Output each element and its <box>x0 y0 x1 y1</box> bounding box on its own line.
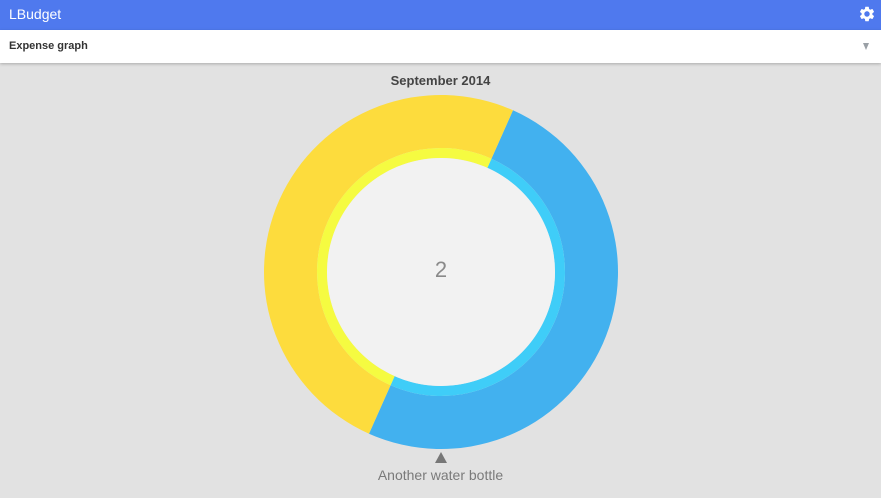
donut-center-value: 2 <box>434 257 448 282</box>
app-title: LBudget <box>9 6 62 22</box>
selected-expense-label: Another water bottle <box>377 467 504 483</box>
graph-type-dropdown[interactable]: Expense graph <box>0 30 881 63</box>
dropdown-triangle-icon <box>863 43 869 50</box>
selection-pointer-icon <box>435 452 447 463</box>
graph-title: September 2014 <box>390 73 491 88</box>
dropdown-selected-label: Expense graph <box>9 40 88 52</box>
app-bar: LBudget <box>0 0 881 30</box>
gear-icon[interactable] <box>858 5 876 23</box>
